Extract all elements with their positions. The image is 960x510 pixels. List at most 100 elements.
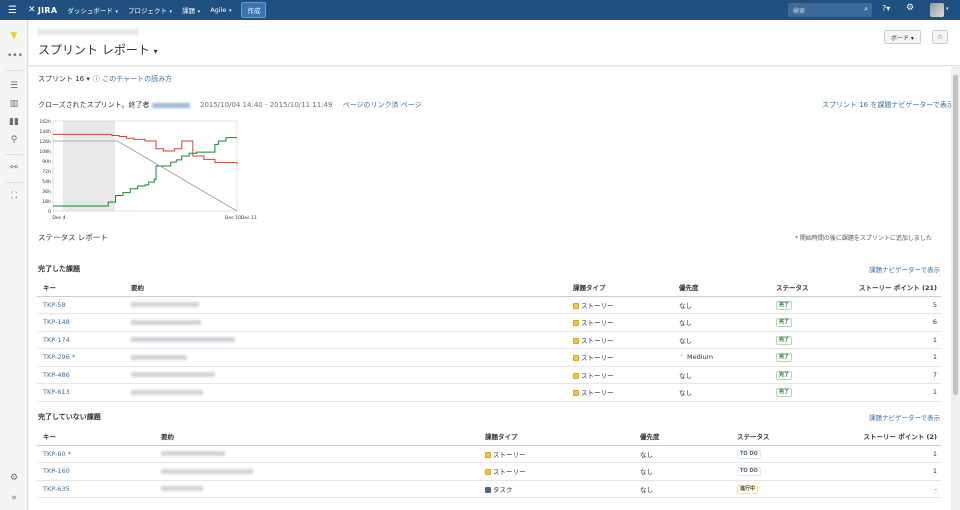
table-row[interactable]: TKP-296 * ストーリー ⌃ Medium 完了 1 bbox=[37, 348, 941, 367]
breadcrumb[interactable] bbox=[38, 29, 138, 35]
issue-summary-cell[interactable] bbox=[125, 383, 567, 402]
table-row[interactable]: TKP-58 ストーリー なし 完了 5 bbox=[37, 296, 941, 314]
issue-summary-cell[interactable] bbox=[155, 445, 479, 463]
issue-key-link[interactable]: TKP-174 bbox=[43, 336, 70, 344]
issue-summary-cell[interactable] bbox=[155, 480, 479, 498]
col-status[interactable]: ステータス bbox=[770, 278, 840, 297]
table-row[interactable]: TKP-160 ストーリー なし TO DO 1 bbox=[37, 462, 941, 481]
components-icon[interactable]: ⛶ bbox=[7, 190, 21, 202]
view-sprint-in-navigator-link[interactable]: スプリント 16 を課題ナビゲーターで表示 bbox=[822, 100, 954, 110]
table-row[interactable]: TKP-60 * ストーリー なし TO DO 1 bbox=[37, 445, 941, 463]
completed-issues-navigator-link[interactable]: 課題ナビゲーターで表示 bbox=[869, 264, 940, 274]
col-summary[interactable]: 要約 bbox=[155, 427, 479, 446]
page-header: スプリント レポート ▾ ボード ▾ ☆ bbox=[29, 20, 960, 66]
page-title-text: スプリント レポート bbox=[38, 43, 150, 57]
scrollbar-thumb[interactable] bbox=[953, 75, 958, 395]
sprint-info: クローズされたスプリント。終了者 2015/10/04 14:40 - 2015… bbox=[38, 100, 422, 110]
chart-help-text: このチャートの読み方 bbox=[102, 75, 173, 83]
issue-summary-cell[interactable] bbox=[125, 348, 567, 367]
backlog-icon[interactable]: ☰ bbox=[7, 80, 21, 92]
chevron-down-icon: ▾ bbox=[227, 8, 232, 14]
issue-summary-redacted bbox=[161, 486, 203, 492]
col-story-points[interactable]: ストーリー ポイント (2) bbox=[801, 427, 941, 446]
status-badge: 完了 bbox=[776, 318, 793, 328]
jira-logo[interactable]: ✕ JIRA bbox=[28, 5, 57, 15]
issues-icon[interactable]: ⚲ bbox=[7, 134, 21, 146]
col-key[interactable]: キー bbox=[37, 427, 155, 446]
issue-summary-cell[interactable] bbox=[125, 313, 567, 332]
app-switcher-icon[interactable]: ☰ bbox=[8, 5, 24, 16]
col-priority[interactable]: 優先度 bbox=[634, 427, 731, 446]
favourite-star-button[interactable]: ☆ bbox=[932, 30, 948, 44]
status-badge: 完了 bbox=[776, 388, 793, 398]
expand-sidebar-icon[interactable]: » bbox=[7, 492, 21, 504]
linked-pages-link[interactable]: ページのリンク済 ページ bbox=[343, 101, 422, 109]
search-input[interactable]: 検索 ⌕ bbox=[788, 3, 872, 17]
story-type-icon bbox=[573, 320, 579, 327]
table-row[interactable]: TKP-635 タスク なし 進行中 - bbox=[37, 480, 941, 498]
issue-key-link[interactable]: TKP-160 bbox=[43, 467, 70, 475]
issue-key-link[interactable]: TKP-148 bbox=[43, 318, 70, 326]
settings-gear-icon[interactable]: ⚙ bbox=[7, 472, 21, 484]
project-avatar-icon[interactable]: ▼ bbox=[7, 30, 21, 42]
col-issue-type[interactable]: 課題タイプ bbox=[567, 278, 673, 297]
page-title[interactable]: スプリント レポート ▾ bbox=[38, 41, 158, 58]
table-row[interactable]: TKP-613 ストーリー なし 完了 1 bbox=[37, 383, 941, 402]
star-icon: ☆ bbox=[936, 33, 944, 41]
priority-label: なし bbox=[679, 389, 692, 398]
y-tick-label: 36h bbox=[42, 189, 51, 195]
nav-agile[interactable]: Agile ▾ bbox=[210, 6, 231, 14]
page-scrollbar[interactable] bbox=[951, 67, 960, 510]
col-issue-type[interactable]: 課題タイプ bbox=[479, 427, 634, 446]
issue-summary-cell[interactable] bbox=[155, 462, 479, 481]
issue-key-link[interactable]: TKP-486 bbox=[43, 371, 70, 379]
table-row[interactable]: TKP-174 ストーリー なし 完了 1 bbox=[37, 331, 941, 349]
col-priority[interactable]: 優先度 bbox=[673, 278, 770, 297]
table-row[interactable]: TKP-148 ストーリー なし 完了 6 bbox=[37, 313, 941, 332]
issue-key-link[interactable]: TKP-58 bbox=[43, 301, 66, 309]
story-type-icon bbox=[573, 302, 579, 309]
create-button[interactable]: 作成 bbox=[241, 2, 267, 18]
issue-type-label: ストーリー bbox=[581, 389, 614, 398]
chart-help-link[interactable]: ⓘ このチャートの読み方 bbox=[93, 74, 172, 84]
reports-icon[interactable]: ▮▮ bbox=[7, 116, 21, 128]
issue-key-link[interactable]: TKP-613 bbox=[43, 388, 70, 396]
issue-type-cell: ストーリー bbox=[567, 366, 673, 384]
issue-summary-cell[interactable] bbox=[125, 331, 567, 349]
gear-icon[interactable]: ⚙ bbox=[906, 3, 914, 13]
sprint-closer-user[interactable] bbox=[151, 102, 190, 108]
chevron-down-icon[interactable]: ▾ bbox=[946, 6, 949, 12]
completed-issues-table: キー 要約 課題タイプ 優先度 ステータス ストーリー ポイント (21) TK… bbox=[37, 278, 941, 402]
story-points-cell: 1 bbox=[801, 445, 941, 463]
issue-summary-cell[interactable] bbox=[125, 296, 567, 314]
col-summary[interactable]: 要約 bbox=[125, 278, 567, 297]
sprint-select[interactable]: スプリント 16 ▾ bbox=[38, 74, 90, 84]
issue-key-link[interactable]: TKP-60 * bbox=[43, 450, 71, 458]
col-story-points[interactable]: ストーリー ポイント (21) bbox=[840, 278, 941, 297]
help-icon[interactable]: ?▾ bbox=[882, 4, 890, 13]
nav-dashboards[interactable]: ダッシュボード ▾ bbox=[67, 5, 118, 15]
status-cell: 完了 bbox=[770, 348, 840, 367]
issue-type-label: ストーリー bbox=[581, 336, 614, 345]
table-row[interactable]: TKP-486 ストーリー なし 完了 7 bbox=[37, 366, 941, 384]
issue-summary-cell[interactable] bbox=[125, 366, 567, 384]
link-icon[interactable]: ⚯ bbox=[7, 162, 21, 174]
incomplete-issues-navigator-link[interactable]: 課題ナビゲーターで表示 bbox=[869, 412, 940, 422]
nav-issues[interactable]: 課題 ▾ bbox=[182, 5, 200, 15]
priority-label: なし bbox=[679, 319, 692, 328]
completed-issues-title: 完了した課題 bbox=[38, 265, 80, 273]
more-icon[interactable]: ••• bbox=[7, 50, 23, 62]
col-key[interactable]: キー bbox=[37, 278, 125, 297]
issue-key-link[interactable]: TKP-296 * bbox=[43, 353, 75, 361]
priority-label: Medium bbox=[687, 353, 714, 362]
nav-projects[interactable]: プロジェクト ▾ bbox=[128, 5, 172, 15]
issue-key-link[interactable]: TKP-635 bbox=[43, 485, 70, 493]
x-tick-label: Dec 4 bbox=[52, 215, 65, 221]
avatar[interactable] bbox=[930, 3, 944, 17]
board-icon[interactable]: ▥ bbox=[7, 98, 21, 110]
board-button[interactable]: ボード ▾ bbox=[884, 30, 921, 44]
issue-type-label: ストーリー bbox=[581, 371, 614, 380]
col-status[interactable]: ステータス bbox=[731, 427, 801, 446]
status-badge: 完了 bbox=[776, 353, 793, 363]
top-navigation: ☰ ✕ JIRA ダッシュボード ▾ プロジェクト ▾ 課題 ▾ Agile ▾ … bbox=[0, 0, 960, 20]
